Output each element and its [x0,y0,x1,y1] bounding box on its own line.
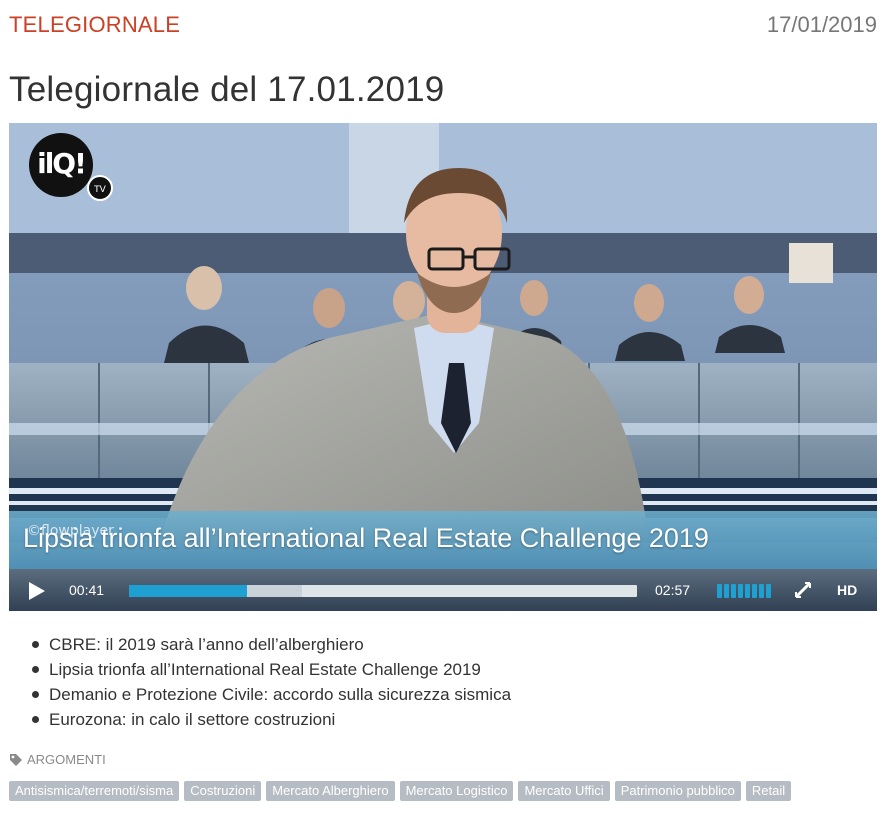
tag-icon [10,753,22,766]
headline-text: Lipsia trionfa all’International Real Es… [49,660,481,679]
video-player[interactable]: ilQ! TV Lipsia trionfa all’International… [9,123,877,611]
headline-list: CBRE: il 2019 sarà l’anno dell’alberghie… [30,632,511,732]
player-watermark: ©flowplayer [27,523,114,539]
volume-bar [731,584,736,598]
progress-bar[interactable] [129,585,637,597]
headline-text: Eurozona: in calo il settore costruzioni [49,710,336,729]
volume-bar [759,584,764,598]
bullet-icon [32,666,39,673]
headline-text: CBRE: il 2019 sarà l’anno dell’alberghie… [49,635,364,654]
tag-costruzioni[interactable]: Costruzioni [184,781,262,801]
list-item: Demanio e Protezione Civile: accordo sul… [30,682,511,707]
publish-date: 17/01/2019 [766,12,877,37]
tag-list: Antisismica/terremoti/sisma Costruzioni … [9,781,792,801]
duration-time: 02:57 [655,582,691,598]
bullet-icon [32,641,39,648]
headline-text: Demanio e Protezione Civile: accordo sul… [49,685,512,704]
ticker-headline: Lipsia trionfa all’International Real Es… [23,523,709,553]
volume-bar [745,584,750,598]
channel-badge: TV [87,175,113,201]
tag-patrimonio-pubblico[interactable]: Patrimonio pubblico [614,781,741,801]
article-header: TELEGIORNALE 17/01/2019 [9,12,877,38]
channel-logo: ilQ! [29,133,93,197]
fullscreen-icon[interactable] [794,581,812,599]
volume-bar [738,584,743,598]
section-link[interactable]: TELEGIORNALE [9,12,180,38]
progress-fill [129,585,247,597]
news-ticker: Lipsia trionfa all’International Real Es… [9,511,877,569]
volume-bar [752,584,757,598]
list-item: Eurozona: in calo il settore costruzioni [30,707,511,732]
tag-mercato-logistico[interactable]: Mercato Logistico [399,781,514,801]
topics-heading: ARGOMENTI [9,752,106,767]
volume-bar [717,584,722,598]
volume-bar [766,584,771,598]
tag-retail[interactable]: Retail [745,781,792,801]
tag-mercato-uffici[interactable]: Mercato Uffici [518,781,610,801]
play-icon[interactable] [29,582,45,600]
channel-logo-text: ilQ! [37,147,87,180]
tag-antisismica[interactable]: Antisismica/terremoti/sisma [9,781,180,801]
list-item: CBRE: il 2019 sarà l’anno dell’alberghie… [30,632,511,657]
list-item: Lipsia trionfa all’International Real Es… [30,657,511,682]
bullet-icon [32,716,39,723]
hd-toggle[interactable]: HD [837,582,857,598]
volume-bar [724,584,729,598]
bullet-icon [32,691,39,698]
tag-mercato-alberghiero[interactable]: Mercato Alberghiero [266,781,395,801]
page-title: Telegiornale del 17.01.2019 [9,70,445,109]
volume-slider[interactable] [717,584,773,598]
player-controls: 00:41 02:57 HD [9,569,877,611]
topics-label: ARGOMENTI [27,752,106,767]
elapsed-time: 00:41 [69,582,105,598]
